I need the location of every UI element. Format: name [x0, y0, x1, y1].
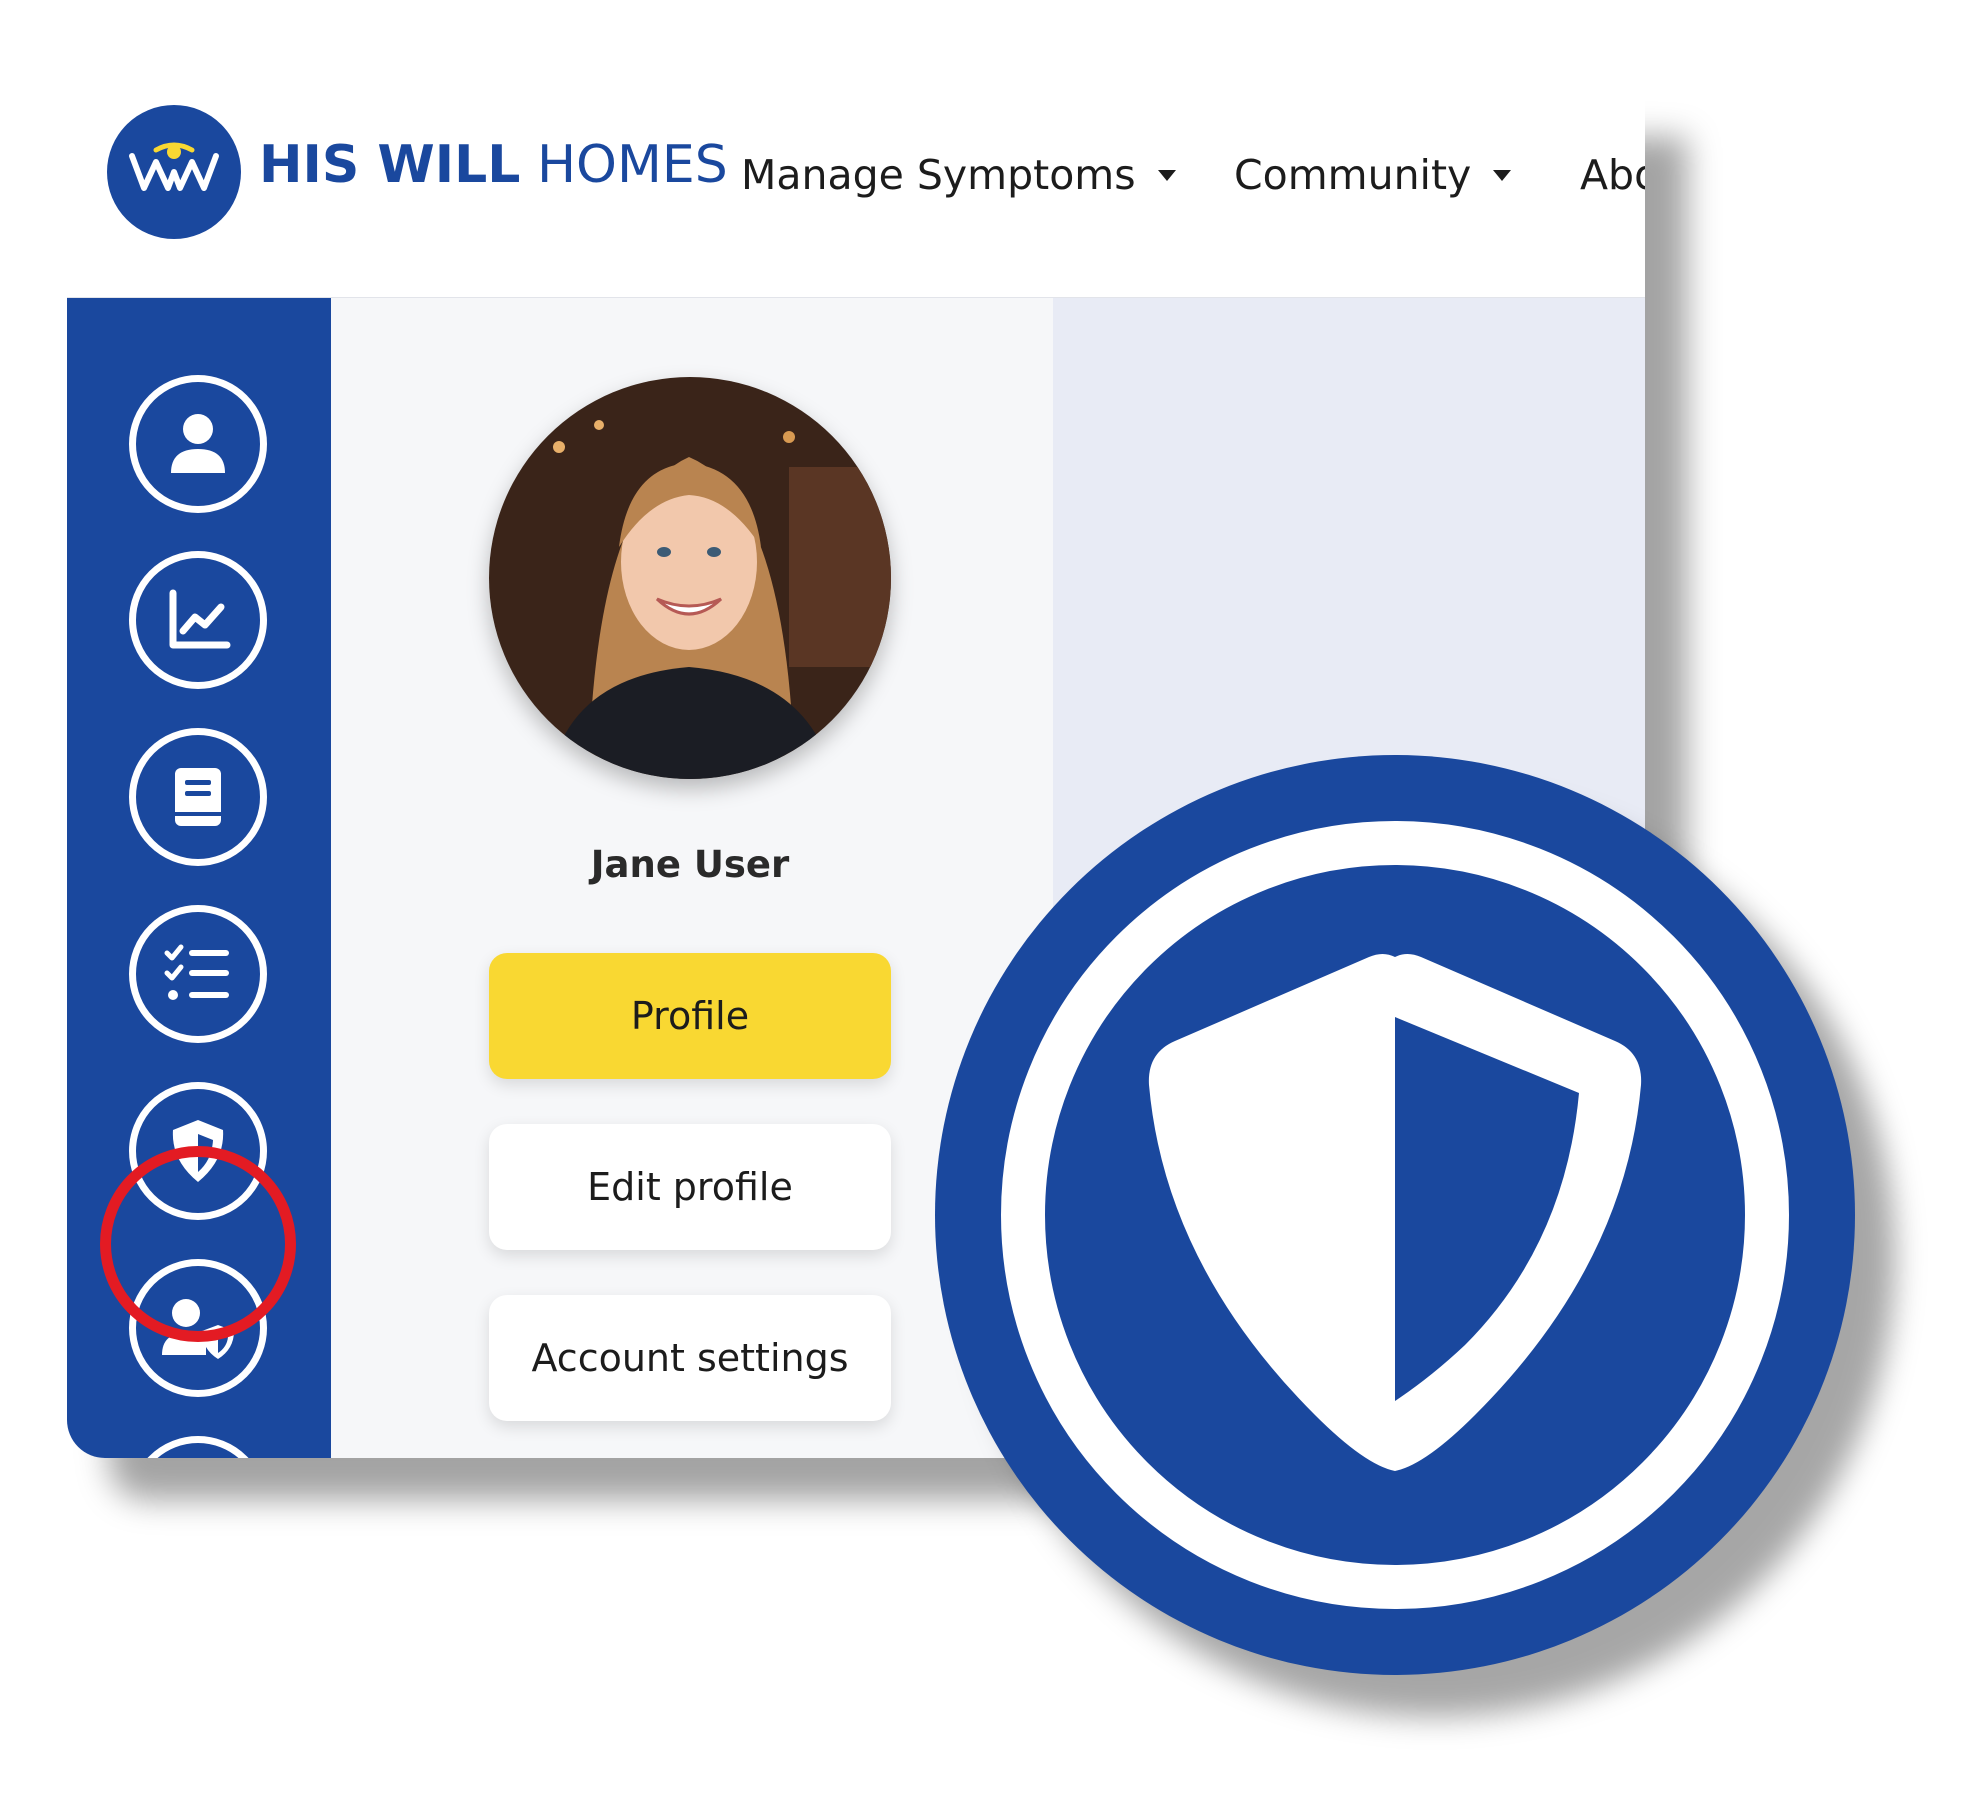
account-settings-button[interactable]: Account settings — [489, 1295, 891, 1421]
checklist-icon — [164, 944, 229, 1000]
user-shield-icon — [162, 1299, 234, 1359]
sidebar-item-checklist[interactable] — [129, 905, 267, 1043]
button-label: Profile — [630, 994, 750, 1038]
sidebar-item-user[interactable] — [129, 375, 267, 513]
button-label: Edit profile — [587, 1165, 793, 1209]
nav-about[interactable]: Abo — [1580, 151, 1645, 199]
brand-name-bold: HIS WILL — [259, 135, 521, 195]
sidebar-item-user-security[interactable] — [129, 1259, 267, 1397]
nav-label: Manage Symptoms — [741, 151, 1136, 199]
sidebar-item-more[interactable] — [129, 1436, 267, 1458]
top-navbar: HIS WILL HOMES Manage Symptoms Community… — [67, 95, 1645, 299]
edit-profile-button[interactable]: Edit profile — [489, 1124, 891, 1250]
zoomed-shield-callout — [935, 755, 1855, 1675]
avatar — [489, 377, 891, 779]
user-name: Jane User — [590, 843, 790, 886]
user-icon — [171, 414, 225, 473]
button-label: Account settings — [531, 1336, 849, 1380]
sidebar — [67, 298, 331, 1458]
brand-name[interactable]: HIS WILL HOMES — [259, 135, 728, 195]
book-icon — [175, 768, 221, 826]
nav-manage-symptoms[interactable]: Manage Symptoms — [741, 151, 1176, 199]
sidebar-item-security[interactable] — [129, 1082, 267, 1220]
sidebar-item-chart[interactable] — [129, 551, 267, 689]
logo-icon[interactable] — [107, 105, 241, 239]
nav-label: Community — [1234, 151, 1472, 199]
nav-label: Abo — [1580, 151, 1645, 199]
brand-name-light: HOMES — [536, 135, 728, 195]
nav-community[interactable]: Community — [1234, 151, 1512, 199]
caret-down-icon — [1493, 169, 1512, 181]
caret-down-icon — [1157, 169, 1176, 181]
shield-icon — [1148, 954, 1642, 1471]
shield-icon — [172, 1120, 224, 1182]
sidebar-item-book[interactable] — [129, 728, 267, 866]
profile-button[interactable]: Profile — [489, 953, 891, 1079]
chart-line-icon — [169, 589, 231, 649]
